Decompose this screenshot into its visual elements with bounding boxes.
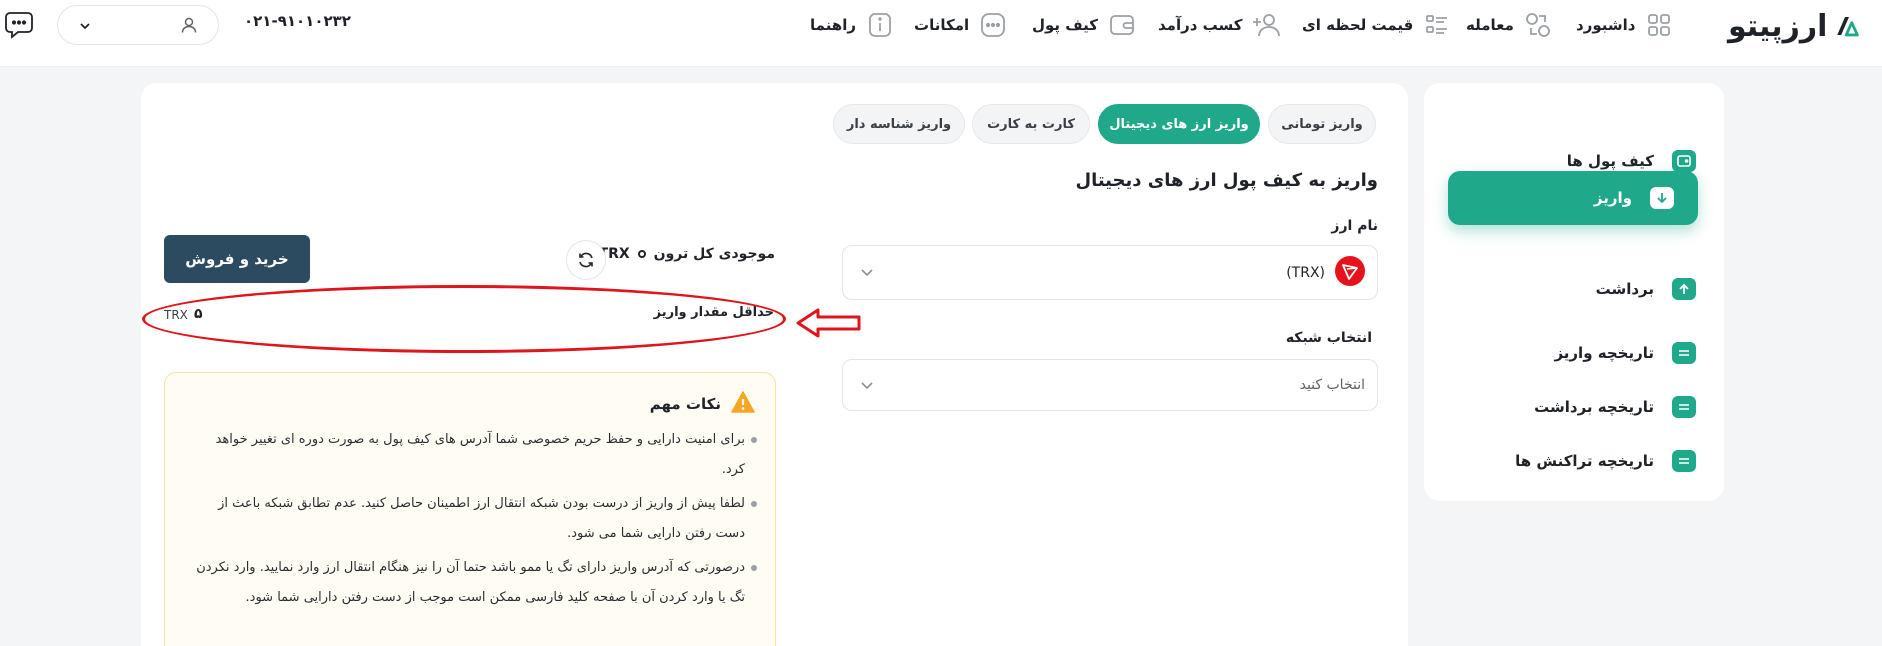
page-title: واریز به کیف پول ارز های دیجیتال: [1075, 170, 1378, 191]
network-label: انتخاب شبکه: [1285, 330, 1372, 346]
notes-title: نکات مهم: [649, 395, 721, 413]
nav-dashboard[interactable]: داشبورد: [1576, 10, 1673, 40]
nav-earn[interactable]: کسب درآمد: [1158, 10, 1281, 40]
highlight-arrow-icon: [796, 308, 861, 338]
nav-wallet[interactable]: کیف پول: [1032, 10, 1136, 40]
nav-live-prices-label: قیمت لحظه ای: [1302, 16, 1414, 34]
list-icon: [1423, 11, 1451, 39]
note-item: لطفا پیش از واریز از درست بودن شبکه انتق…: [191, 489, 757, 549]
refresh-icon: [579, 252, 593, 268]
currency-label: نام ارز: [1331, 218, 1378, 234]
arrow-down-icon: [1650, 187, 1674, 209]
sidebar-item-label: تاریخچه برداشت: [1534, 398, 1654, 416]
top-navbar: ارزپیتو داشبورد معامله قیمت لحظه ای کسب …: [0, 0, 1882, 67]
tron-icon: [1335, 255, 1365, 290]
nav-help[interactable]: راهنما: [810, 10, 894, 40]
chat-icon[interactable]: [4, 10, 34, 40]
currency-value: (TRX): [1286, 264, 1325, 281]
chevron-down-icon: [859, 377, 875, 393]
arrow-up-icon: [1672, 278, 1696, 300]
notes-title-row: نکات مهم: [650, 391, 755, 417]
nav-trade[interactable]: معامله: [1466, 10, 1552, 40]
history-icon: [1672, 396, 1696, 418]
history-icon: [1672, 450, 1696, 472]
sidebar-item-label: برداشت: [1595, 280, 1654, 298]
sidebar-item-deposit[interactable]: واریز: [1448, 171, 1698, 225]
sidebar-item-label: تاریخچه تراکنش ها: [1515, 452, 1654, 470]
sidebar-item-deposit-history[interactable]: تاریخچه واریز: [1448, 326, 1698, 380]
nav-earn-label: کسب درآمد: [1158, 16, 1243, 34]
sidebar-item-transaction-history[interactable]: تاریخچه تراکنش ها: [1448, 434, 1698, 488]
tab-label: واریز شناسه دار: [846, 116, 952, 132]
nav-dashboard-label: داشبورد: [1576, 16, 1636, 34]
currency-select[interactable]: (TRX): [842, 245, 1378, 300]
nav-live-prices[interactable]: قیمت لحظه ای: [1302, 10, 1451, 40]
refresh-button[interactable]: [566, 240, 606, 280]
buy-sell-button[interactable]: خرید و فروش: [164, 235, 310, 283]
user-icon: [180, 16, 198, 38]
exchange-icon: [1524, 11, 1552, 39]
history-icon: [1672, 342, 1696, 364]
tab-id-deposit[interactable]: واریز شناسه دار: [833, 104, 965, 144]
nav-help-label: راهنما: [810, 16, 856, 34]
balance-dot-icon: [637, 250, 646, 258]
logo[interactable]: ارزپیتو: [1728, 4, 1860, 48]
support-phone[interactable]: ۰۲۱-۹۱۰۱۰۲۳۲: [244, 12, 351, 30]
network-placeholder: انتخاب کنید: [1299, 377, 1365, 393]
important-notes: نکات مهم برای امنیت دارایی و حفظ حریم خص…: [164, 372, 776, 646]
highlight-ellipse: [142, 285, 786, 353]
logo-mark-icon: [1837, 17, 1860, 37]
wallet-icon: [1672, 150, 1696, 172]
nav-wallet-label: کیف پول: [1032, 16, 1098, 34]
chevron-down-icon: [78, 18, 92, 37]
sidebar-item-label: کیف پول ها: [1566, 152, 1654, 170]
chevron-down-icon: [859, 264, 875, 280]
tron-balance: TRX موجودی کل ترون: [599, 246, 775, 262]
tab-label: کارت به کارت: [987, 116, 1075, 132]
dots-icon: [979, 11, 1007, 39]
sidebar-item-withdraw-history[interactable]: تاریخچه برداشت: [1448, 380, 1698, 434]
tab-crypto-deposit[interactable]: واریز ارز های دیجیتال: [1098, 104, 1260, 144]
balance-label: موجودی کل ترون: [653, 246, 775, 262]
note-item: درصورتی که آدرس واریز دارای تگ یا ممو با…: [191, 553, 757, 613]
tab-card-to-card[interactable]: کارت به کارت: [972, 104, 1090, 144]
currency-value-row: (TRX): [1286, 246, 1365, 299]
logo-text: ارزپیتو: [1728, 8, 1828, 44]
network-select[interactable]: انتخاب کنید: [842, 359, 1378, 411]
user-menu[interactable]: [57, 5, 219, 45]
warning-icon: [731, 391, 755, 417]
sidebar-item-label: واریز: [1593, 189, 1632, 207]
note-item: برای امنیت دارایی و حفظ حریم خصوصی شما آ…: [191, 425, 757, 485]
nav-features[interactable]: امکانات: [914, 10, 1007, 40]
tab-label: واریز ارز های دیجیتال: [1109, 116, 1249, 132]
tab-toman-deposit[interactable]: واریز تومانی: [1268, 104, 1376, 144]
grid-icon: [1645, 11, 1673, 39]
tab-label: واریز تومانی: [1281, 116, 1363, 132]
info-icon: [866, 11, 894, 39]
user-plus-icon: [1252, 11, 1281, 39]
sidebar: کیف پول ها واریز برداشت تاریخچه واریز تا…: [1424, 83, 1724, 501]
nav-features-label: امکانات: [914, 16, 970, 34]
nav-trade-label: معامله: [1466, 16, 1514, 34]
sidebar-item-label: تاریخچه واریز: [1554, 344, 1654, 362]
wallet-icon: [1108, 11, 1136, 39]
sidebar-item-withdraw[interactable]: برداشت: [1448, 262, 1698, 316]
